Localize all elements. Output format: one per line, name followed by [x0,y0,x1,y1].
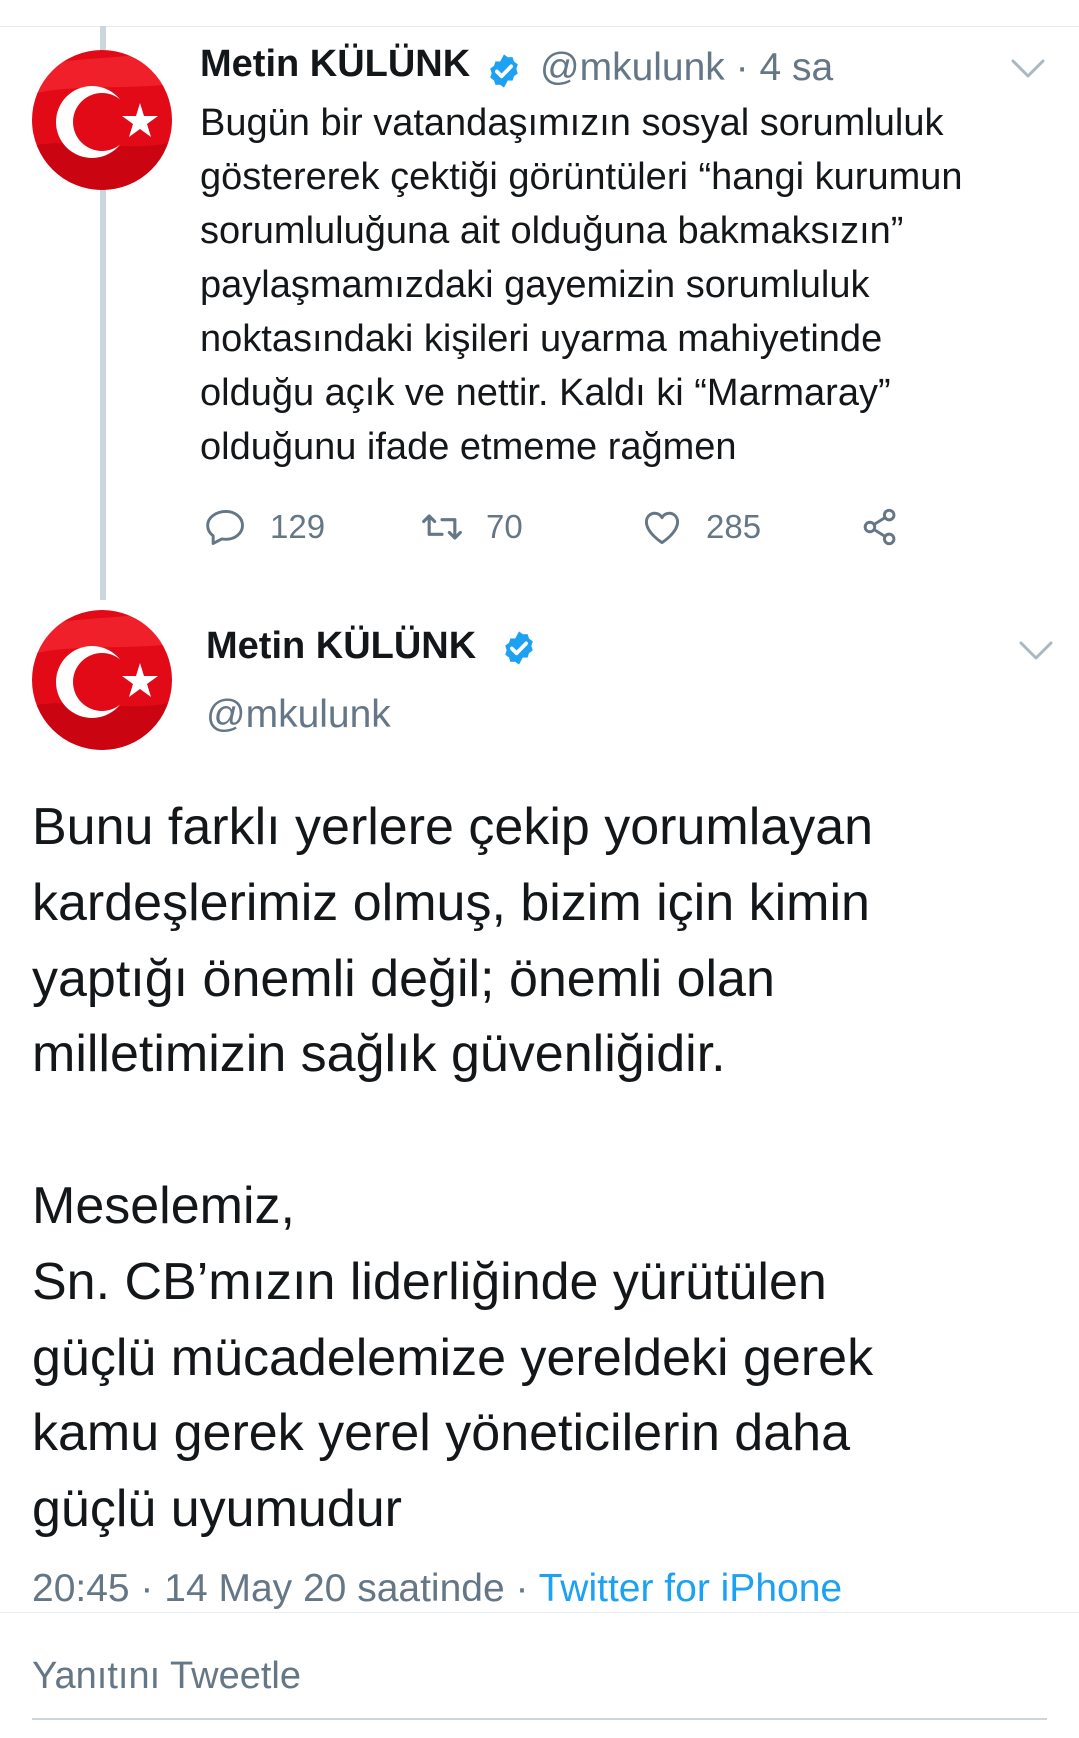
text-line: yaptığı önemli değil; önemli olan [32,949,775,1008]
text-line: milletimizin sağlık güvenliğidir. [32,1025,726,1084]
reply-button[interactable]: 129 [204,505,325,549]
avatar[interactable] [32,50,172,190]
retweet-icon [422,514,462,540]
share-button[interactable] [858,505,902,549]
verified-icon [505,631,533,665]
text-line: güçlü uyumudur [32,1480,402,1539]
author-name[interactable]: Metin KÜLÜNK [206,625,476,668]
text-line: Sn. CB’mızın liderliğinde yürütülen [32,1252,827,1311]
author-handle-time: @mkulunk · 4 sa [540,46,834,89]
retweet-button[interactable]: 70 [420,505,523,549]
tweet-text: Bugün bir vatandaşımızın sosyal sorumlul… [200,96,1060,474]
text-line: noktasındaki kişileri uyarma mahiyetinde [200,318,883,360]
like-button[interactable]: 285 [640,505,761,549]
like-icon [644,511,680,545]
chevron-down-icon[interactable] [1010,58,1046,80]
text-line: paylaşmamızdaki gayemizin sorumluluk [200,264,870,306]
text-line: kardeşlerimiz olmuş, bizim için kimin [32,873,870,932]
source-link[interactable]: Twitter for iPhone [539,1567,842,1610]
tweet-meta: 20:45 · 14 May 20 saatinde · Twitter for… [32,1567,842,1611]
reply-input-underline [32,1718,1047,1720]
text-line: Meselemiz, [32,1176,295,1235]
text-line: göstererek çektiği görüntüleri “hangi ku… [200,156,963,198]
reply-input[interactable]: Yanıtını Tweetle [32,1655,301,1698]
text-line: kamu gerek yerel yöneticilerin daha [32,1404,850,1463]
tweet-text: Bunu farklı yerlere çekip yorumlayan kar… [32,790,1062,1548]
divider [0,1612,1079,1613]
timestamp[interactable]: 20:45 · 14 May 20 saatinde · [32,1567,539,1610]
reply-icon [206,509,244,545]
retweet-count: 70 [486,508,523,545]
text-line: olduğunu ifade etmeme rağmen [200,426,737,468]
like-count: 285 [706,508,762,545]
text-line: güçlü mücadelemize yereldeki gerek [32,1328,874,1387]
reply-count: 129 [270,508,326,545]
author-name[interactable]: Metin KÜLÜNK [200,43,470,86]
top-divider [0,0,1079,27]
author-handle: @mkulunk [206,693,391,736]
text-line: Bugün bir vatandaşımızın sosyal sorumlul… [200,102,944,144]
text-line: olduğu açık ve nettir. Kaldı ki “Marmara… [200,372,891,414]
chevron-down-icon[interactable] [1018,640,1054,662]
share-icon [863,508,896,546]
text-line [32,1093,1062,1169]
text-line: Bunu farklı yerlere çekip yorumlayan [32,798,874,856]
verified-icon [490,54,518,88]
text-line: sorumluluğuna ait olduğuna bakmaksızın” [200,210,904,252]
avatar[interactable] [32,610,172,750]
